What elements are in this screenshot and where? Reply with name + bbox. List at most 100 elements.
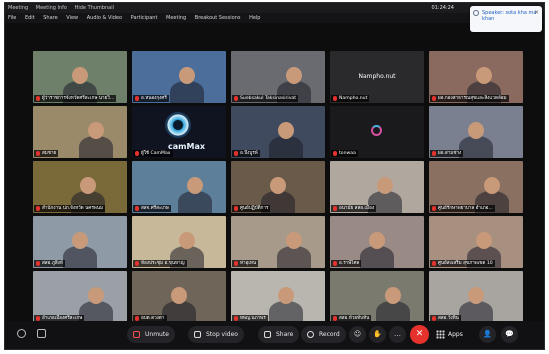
- participant-silhouette: [63, 246, 97, 268]
- participant-silhouette: [459, 136, 493, 158]
- title-item-hide-thumbnail[interactable]: Hide Thumbnail: [75, 5, 114, 11]
- video-tile[interactable]: camMax ผู้ใช้ CamMax: [132, 106, 226, 158]
- title-item-meeting-info[interactable]: Meeting Info: [36, 5, 67, 11]
- participant-silhouette: [79, 136, 113, 158]
- menu-view[interactable]: View: [66, 15, 78, 21]
- video-tile[interactable]: ผอ.สามช่าง: [429, 106, 523, 158]
- video-tile[interactable]: ศูนย์ส่งเสริม สุขภาพเขต 10: [429, 216, 523, 268]
- stop-video-label: Stop video: [206, 331, 238, 338]
- video-tile[interactable]: ศูนย์ปฏิบัติการ: [231, 161, 325, 213]
- share-label: Share: [276, 331, 294, 338]
- microphone-muted-icon: [234, 261, 238, 266]
- participant-name-label: อนามัย สสอ.เมือง: [331, 205, 377, 212]
- participant-name: ศูนย์ส่งเสริม สุขภาพเขต 10: [438, 261, 493, 266]
- participant-silhouette: [170, 81, 204, 103]
- cammax-logo-text: camMax: [168, 142, 205, 151]
- microphone-muted-icon: [333, 151, 337, 156]
- unmute-button[interactable]: Unmute: [127, 326, 175, 343]
- video-tile[interactable]: สสอ.วังหิน: [429, 271, 523, 323]
- participant-name: Suebsakul Taksinasirivat: [240, 96, 297, 101]
- video-tile[interactable]: สสจ.ศรีสะเกษ: [132, 161, 226, 213]
- menu-file[interactable]: File: [8, 15, 16, 21]
- video-tile[interactable]: Suebsakul Taksinasirivat: [231, 51, 325, 103]
- participant-name: ห้องประชุม อ.ขุนหาญ: [141, 261, 185, 266]
- close-icon[interactable]: ×: [534, 9, 539, 16]
- participant-name-label: Suebsakul Taksinasirivat: [232, 95, 299, 102]
- video-tile[interactable]: ศูนย์รักษาพยาบาล อำเภอ...: [429, 161, 523, 213]
- video-tile[interactable]: สสอ.ห้วยทับทัน: [330, 271, 424, 323]
- title-item-meeting[interactable]: Meeting: [8, 5, 28, 11]
- menu-edit[interactable]: Edit: [25, 15, 35, 21]
- participant-face: [484, 177, 500, 194]
- video-tile[interactable]: อ.ราษีไศล: [330, 216, 424, 268]
- microphone-muted-icon: [333, 261, 337, 266]
- participant-face: [286, 67, 302, 84]
- participant-name-label: ผู้ใช้ CamMax: [133, 150, 173, 157]
- raise-hand-button[interactable]: ✋: [369, 326, 386, 343]
- participant-name: tonwaa: [339, 151, 356, 156]
- video-tile[interactable]: ทพญ.นภาพร: [231, 271, 325, 323]
- participant-face: [187, 177, 203, 194]
- video-tile[interactable]: อนามัย สสอ.เมือง: [330, 161, 424, 213]
- participants-button[interactable]: 👤: [479, 326, 496, 343]
- microphone-muted-icon: [432, 261, 436, 266]
- participant-name-label: ห้องประชุม อ.ขุนหาญ: [133, 260, 187, 267]
- apps-grid-icon: [436, 330, 445, 339]
- record-button[interactable]: Record: [301, 326, 346, 343]
- speaker-notification-text: Speaker: sota kha ma khan: [482, 10, 537, 22]
- stop-video-button[interactable]: Stop video: [188, 326, 244, 343]
- participant-name-label: ศูนย์ปฏิบัติการ: [232, 205, 271, 212]
- participant-name-label: ผอ.กองสาธารณสุขและสิ่งแวดล้อม: [430, 95, 509, 102]
- menu-breakout-sessions[interactable]: Breakout Sessions: [195, 15, 241, 21]
- video-tile[interactable]: อ.บึงบูรพ์: [231, 106, 325, 158]
- cammax-eye-icon: [165, 112, 191, 138]
- microphone-muted-icon: [135, 261, 139, 266]
- record-label: Record: [319, 331, 340, 338]
- layout-icon[interactable]: [17, 329, 26, 338]
- participant-name: ท่าอุเทน: [240, 261, 257, 266]
- reactions-button[interactable]: ☺: [349, 326, 366, 343]
- participant-name-label: อ.ราษีไศล: [331, 260, 362, 267]
- chat-button[interactable]: 💬: [501, 326, 518, 343]
- apps-label: Apps: [448, 331, 463, 338]
- video-tile[interactable]: ผอ.กองสาธารณสุขและสิ่งแวดล้อม: [429, 51, 523, 103]
- participant-silhouette: [269, 136, 303, 158]
- participant-face: [72, 232, 88, 249]
- video-tile[interactable]: ผู้ว่าราชการจังหวัดศรีสะเกษ นายวิ...: [33, 51, 127, 103]
- menu-share[interactable]: Share: [43, 15, 57, 21]
- participant-silhouette: [178, 191, 212, 213]
- video-tile[interactable]: สำนักงาน ปภ.จังหวัด นครพนม: [33, 161, 127, 213]
- microphone-muted-icon: [234, 206, 238, 211]
- menu-audio-video[interactable]: Audio & Video: [87, 15, 122, 21]
- video-tile[interactable]: ห้องประชุม อ.ขุนหาญ: [132, 216, 226, 268]
- apps-button[interactable]: Apps: [436, 326, 463, 343]
- participant-name: สมชาย: [42, 151, 57, 156]
- video-tile[interactable]: อ.หนองกุงศรี: [132, 51, 226, 103]
- more-options-button[interactable]: …: [389, 326, 406, 343]
- participant-name: อ.บึงบูรพ์: [240, 151, 258, 156]
- menu-participant[interactable]: Participant: [131, 15, 158, 21]
- microphone-muted-icon: [135, 151, 139, 156]
- participant-face: [179, 232, 195, 249]
- participant-silhouette: [277, 246, 311, 268]
- participant-name: สสอ.ภูสิงห์: [42, 261, 63, 266]
- video-tile[interactable]: สมชาย: [33, 106, 127, 158]
- video-tile[interactable]: Nampho.nut Nampho.nut: [330, 51, 424, 103]
- video-tile[interactable]: อำเภอเมืองศรีสะเกษ: [33, 271, 127, 323]
- share-button[interactable]: Share: [258, 326, 300, 343]
- microphone-muted-icon: [135, 96, 139, 101]
- participant-name-label: สสจ.ศรีสะเกษ: [133, 205, 171, 212]
- menu-meeting[interactable]: Meeting: [166, 15, 186, 21]
- video-tile[interactable]: ท่าอุเทน: [231, 216, 325, 268]
- speaker-notification[interactable]: Speaker: sota kha ma khan ×: [470, 6, 542, 32]
- video-tile[interactable]: tonwaa: [330, 106, 424, 158]
- microphone-muted-icon: [333, 96, 337, 101]
- participant-face: [468, 122, 484, 139]
- captions-icon[interactable]: [37, 329, 46, 338]
- participant-name: ผู้ใช้ CamMax: [141, 151, 171, 156]
- leave-meeting-button[interactable]: ✕: [410, 325, 429, 344]
- menu-help[interactable]: Help: [249, 15, 260, 21]
- title-bar: Meeting Meeting Info Hide Thumbnail 01:2…: [5, 3, 544, 13]
- video-tile[interactable]: สสอ.ภูสิงห์: [33, 216, 127, 268]
- video-tile[interactable]: อบต.ดวงตา: [132, 271, 226, 323]
